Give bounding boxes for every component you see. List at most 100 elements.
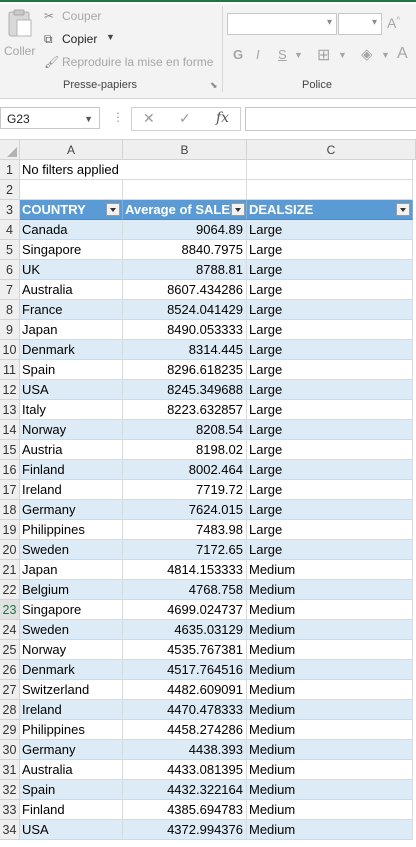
row-header[interactable]: 13	[0, 400, 20, 420]
italic-button[interactable]: I	[256, 47, 260, 62]
row-header[interactable]: 34	[0, 820, 20, 840]
cancel-icon[interactable]: ✕	[143, 110, 155, 127]
filter-dropdown-icon[interactable]	[106, 203, 120, 216]
cell-dealsize[interactable]: Large	[247, 240, 413, 260]
row-header[interactable]: 23	[0, 600, 20, 620]
row-header[interactable]: 10	[0, 340, 20, 360]
format-painter-button[interactable]: 🖌 Reproduire la mise en forme	[44, 55, 216, 71]
cell-dealsize[interactable]: Medium	[247, 680, 413, 700]
cell-dealsize[interactable]: Large	[247, 300, 413, 320]
column-header-a[interactable]: A	[20, 140, 123, 160]
cell-avg-sales[interactable]: 8208.54	[123, 420, 247, 440]
row-header[interactable]: 24	[0, 620, 20, 640]
cell-dealsize[interactable]: Medium	[247, 700, 413, 720]
cell-avg-sales[interactable]: 8296.618235	[123, 360, 247, 380]
row-header[interactable]: 8	[0, 300, 20, 320]
cell-dealsize[interactable]: Large	[247, 440, 413, 460]
row-header[interactable]: 14	[0, 420, 20, 440]
cell-country[interactable]: Italy	[20, 400, 123, 420]
row-header[interactable]: 4	[0, 220, 20, 240]
cell-country[interactable]: USA	[20, 380, 123, 400]
cell-dealsize[interactable]: Large	[247, 280, 413, 300]
cell-country[interactable]: Australia	[20, 760, 123, 780]
cell-country[interactable]: Finland	[20, 460, 123, 480]
font-name-select[interactable]: ▾	[227, 13, 337, 35]
cell-avg-sales[interactable]: 4517.764516	[123, 660, 247, 680]
cell-avg-sales[interactable]: 8788.81	[123, 260, 247, 280]
cell-avg-sales[interactable]: 7483.98	[123, 520, 247, 540]
cell-country[interactable]: Philippines	[20, 520, 123, 540]
cell-dealsize[interactable]: Large	[247, 380, 413, 400]
cell-avg-sales[interactable]: 4458.274286	[123, 720, 247, 740]
cell-country[interactable]: Germany	[20, 500, 123, 520]
cell-country[interactable]: Spain	[20, 360, 123, 380]
cell-avg-sales[interactable]: 7624.015	[123, 500, 247, 520]
increase-font-icon[interactable]: A^	[387, 15, 400, 31]
cell-avg-sales[interactable]: 4385.694783	[123, 800, 247, 820]
fill-dropdown-icon[interactable]: ▼	[381, 50, 390, 60]
cell-country[interactable]: Finland	[20, 800, 123, 820]
name-box[interactable]: G23 ▼	[0, 107, 100, 129]
row-header[interactable]: 11	[0, 360, 20, 380]
cell-dealsize[interactable]: Medium	[247, 720, 413, 740]
cell-avg-sales[interactable]: 8840.7975	[123, 240, 247, 260]
cell-country[interactable]: Norway	[20, 420, 123, 440]
cell-avg-sales[interactable]: 4535.767381	[123, 640, 247, 660]
row-header[interactable]: 22	[0, 580, 20, 600]
cell-dealsize[interactable]: Medium	[247, 640, 413, 660]
cell[interactable]	[20, 180, 123, 200]
row-header[interactable]: 25	[0, 640, 20, 660]
cell-country[interactable]: Canada	[20, 220, 123, 240]
cell[interactable]	[247, 180, 413, 200]
cell-dealsize[interactable]: Large	[247, 340, 413, 360]
paste-button[interactable]: Coller	[2, 8, 36, 70]
enter-icon[interactable]: ✓	[179, 110, 191, 127]
row-header[interactable]: 2	[0, 180, 20, 200]
cell-country[interactable]: Singapore	[20, 240, 123, 260]
row-header[interactable]: 15	[0, 440, 20, 460]
copy-button[interactable]: ⧉ Copier ▼	[44, 32, 124, 48]
cell-country[interactable]: France	[20, 300, 123, 320]
cell-avg-sales[interactable]: 4482.609091	[123, 680, 247, 700]
cell-avg-sales[interactable]: 4699.024737	[123, 600, 247, 620]
cell-avg-sales[interactable]: 4433.081395	[123, 760, 247, 780]
filter-dropdown-icon[interactable]	[396, 203, 410, 216]
cell-country[interactable]: Australia	[20, 280, 123, 300]
cell-dealsize[interactable]: Medium	[247, 800, 413, 820]
cell-country[interactable]: Switzerland	[20, 680, 123, 700]
cell-avg-sales[interactable]: 4768.758	[123, 580, 247, 600]
cut-button[interactable]: ✂ Couper	[44, 9, 114, 25]
cell-dealsize[interactable]: Large	[247, 480, 413, 500]
cell-avg-sales[interactable]: 8245.349688	[123, 380, 247, 400]
cell-country[interactable]: Singapore	[20, 600, 123, 620]
row-header[interactable]: 9	[0, 320, 20, 340]
bold-button[interactable]: G	[233, 47, 243, 62]
row-header[interactable]: 32	[0, 780, 20, 800]
row-header[interactable]: 19	[0, 520, 20, 540]
cell-avg-sales[interactable]: 8524.041429	[123, 300, 247, 320]
header-country[interactable]: COUNTRY	[20, 200, 123, 220]
cell-country[interactable]: Germany	[20, 740, 123, 760]
cell-country[interactable]: Sweden	[20, 540, 123, 560]
cell[interactable]	[123, 180, 247, 200]
cell-dealsize[interactable]: Medium	[247, 780, 413, 800]
select-all-corner[interactable]	[0, 140, 20, 160]
row-header[interactable]: 27	[0, 680, 20, 700]
column-header-b[interactable]: B	[123, 140, 247, 160]
cell-dealsize[interactable]: Large	[247, 500, 413, 520]
row-header[interactable]: 12	[0, 380, 20, 400]
cell[interactable]: No filters applied	[20, 160, 123, 180]
row-header[interactable]: 28	[0, 700, 20, 720]
cell-avg-sales[interactable]: 8198.02	[123, 440, 247, 460]
cell-dealsize[interactable]: Medium	[247, 760, 413, 780]
cell-avg-sales[interactable]: 9064.89	[123, 220, 247, 240]
cell-avg-sales[interactable]: 4470.478333	[123, 700, 247, 720]
cell-country[interactable]: Ireland	[20, 480, 123, 500]
dialog-launcher-icon[interactable]: ⬊	[210, 80, 218, 91]
more-options-icon[interactable]: ⋮	[112, 110, 124, 124]
cell-country[interactable]: Spain	[20, 780, 123, 800]
font-size-select[interactable]: ▾	[338, 13, 382, 35]
cell-country[interactable]: Denmark	[20, 660, 123, 680]
row-header[interactable]: 20	[0, 540, 20, 560]
row-header[interactable]: 3	[0, 200, 20, 220]
